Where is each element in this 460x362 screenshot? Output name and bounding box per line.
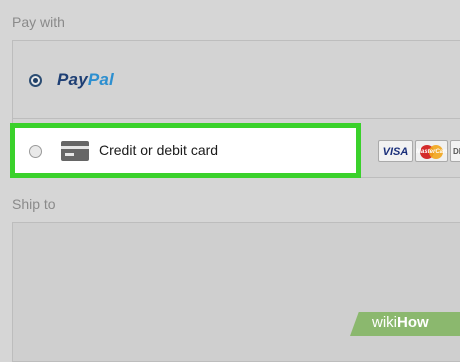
wikihow-watermark: wikiHow (350, 296, 460, 356)
wikihow-suffix: How (397, 314, 429, 331)
wikihow-text: wikiHow (372, 314, 429, 331)
card-radio[interactable] (29, 145, 42, 158)
mastercard-logo-icon: MasterCard (415, 140, 448, 162)
paypal-radio[interactable] (29, 74, 42, 87)
paypal-logo-part1: Pay (57, 70, 88, 89)
wikihow-prefix: wiki (372, 314, 397, 331)
paypal-logo: PayPal (57, 70, 114, 90)
ship-to-label: Ship to (12, 196, 56, 212)
credit-card-option[interactable]: Credit or debit card (10, 123, 361, 178)
paypal-logo-part2: Pal (87, 70, 114, 89)
mastercard-text: MasterCard (416, 149, 448, 155)
credit-card-label: Credit or debit card (99, 142, 219, 158)
paypal-option[interactable]: PayPal (12, 40, 460, 118)
discover-logo-icon: DIS (450, 140, 460, 162)
credit-card-icon (61, 141, 89, 161)
visa-logo-icon: VISA (378, 140, 413, 162)
pay-with-label: Pay with (12, 14, 65, 30)
